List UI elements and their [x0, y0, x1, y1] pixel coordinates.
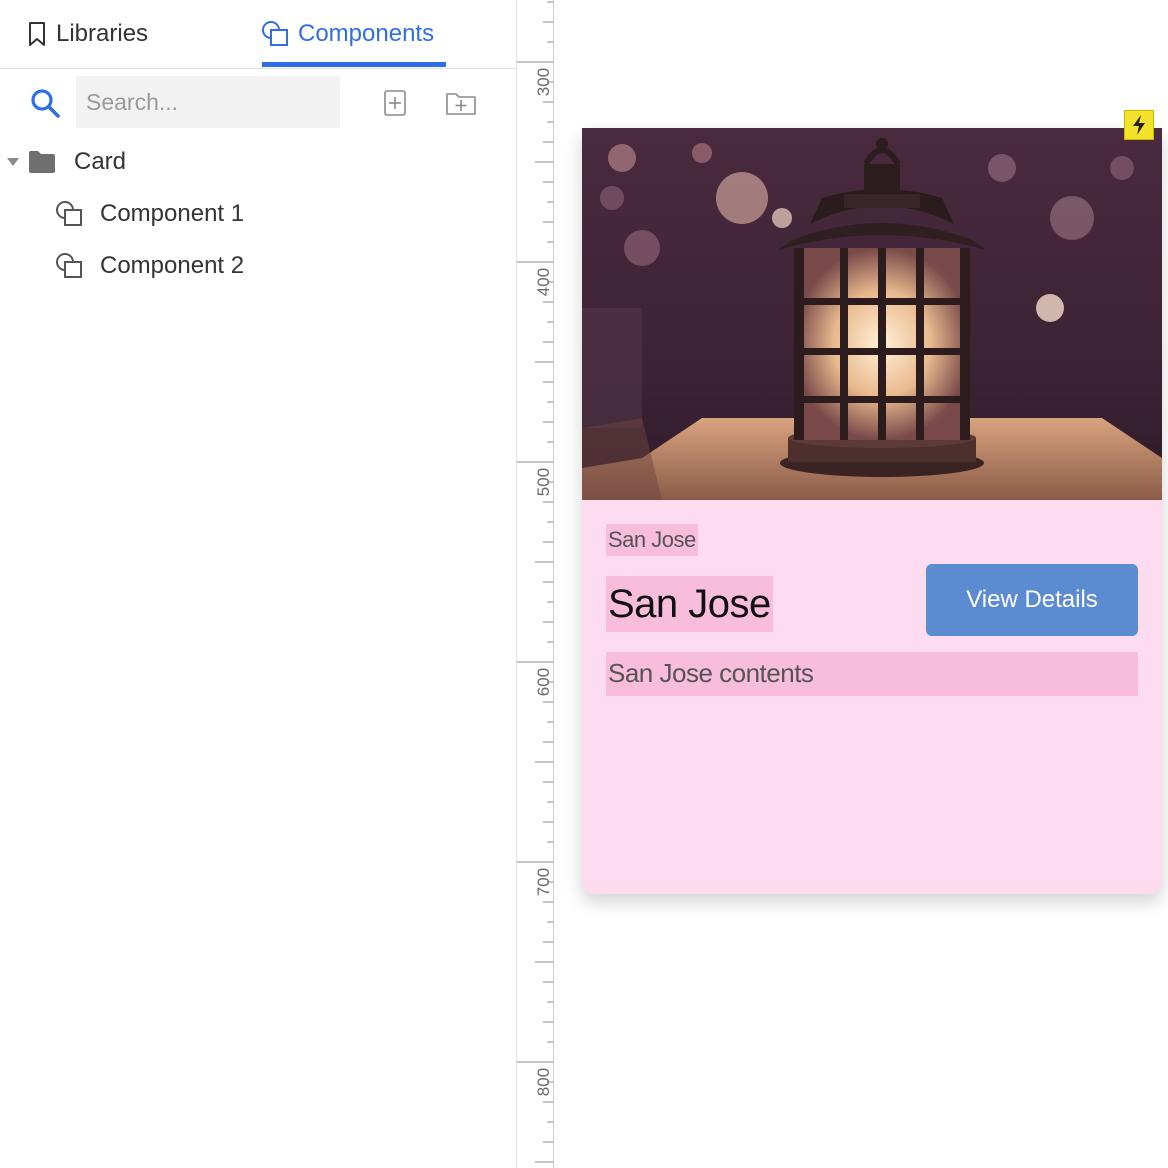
tree-item-label: Component 2 [100, 252, 245, 279]
search-icon[interactable] [28, 86, 62, 120]
tree-item-label: Component 1 [100, 200, 245, 227]
vertical-ruler[interactable]: 300 400 500 600 700 800 [517, 0, 554, 1168]
active-tab-indicator [262, 62, 446, 67]
ruler-ticks: 300 400 500 600 700 800 [517, 1, 553, 1163]
card-subtitle[interactable]: San Jose [606, 524, 698, 556]
view-details-button[interactable]: View Details [926, 564, 1138, 636]
card-image[interactable] [582, 128, 1162, 500]
ruler-label: 500 [534, 468, 553, 496]
card-title[interactable]: San Jose [606, 576, 773, 632]
card-component[interactable]: San Jose San Jose View Details San Jose … [582, 110, 1162, 894]
lightning-badge[interactable] [1124, 110, 1154, 140]
component-icon [260, 19, 292, 49]
ruler-label: 400 [534, 268, 553, 296]
ruler-label: 600 [534, 668, 553, 696]
card-contents[interactable]: San Jose contents [606, 652, 1138, 696]
add-folder-button[interactable] [444, 86, 478, 120]
tree-folder-card[interactable]: Card [4, 136, 126, 188]
component-icon [54, 199, 86, 229]
app-window: Libraries Components Search... Card Comp… [0, 0, 1168, 1168]
component-icon [54, 251, 86, 281]
folder-icon [28, 150, 56, 174]
add-component-button[interactable] [378, 86, 412, 120]
bookmark-icon [24, 20, 50, 48]
lightning-icon [1133, 115, 1145, 135]
caret-down-icon[interactable] [4, 157, 22, 167]
ruler-label: 700 [534, 868, 553, 896]
search-input[interactable] [76, 76, 340, 128]
tab-components[interactable]: Components [260, 16, 434, 52]
plus-square-icon [384, 90, 406, 116]
tree-item-component-2[interactable]: Component 2 [54, 240, 244, 292]
tree-folder-label: Card [74, 148, 127, 175]
panel-tabs: Libraries Components [0, 0, 516, 69]
tab-libraries[interactable]: Libraries [24, 16, 148, 52]
tab-libraries-label: Libraries [56, 20, 149, 47]
lantern-photo [582, 128, 1162, 500]
folder-plus-icon [446, 93, 476, 115]
ruler-label: 800 [534, 1068, 553, 1096]
search-row [0, 76, 516, 128]
components-panel: Libraries Components Search... Card Comp… [0, 0, 517, 1168]
ruler-label: 300 [534, 68, 553, 96]
tab-components-label: Components [298, 20, 435, 47]
tree-item-component-1[interactable]: Component 1 [54, 188, 244, 240]
design-canvas[interactable]: San Jose San Jose View Details San Jose … [554, 0, 1168, 1168]
